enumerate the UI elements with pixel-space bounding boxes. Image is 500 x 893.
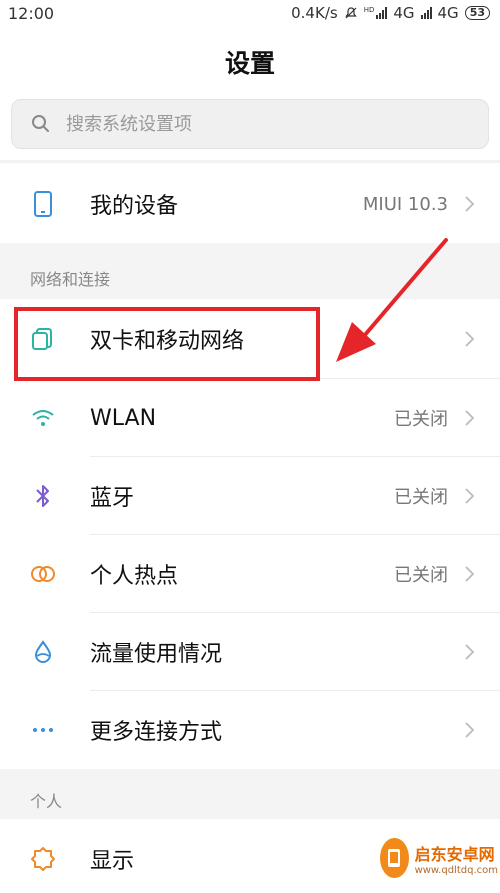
watermark-logo-icon: [380, 838, 409, 878]
watermark-name: 启东安卓网: [414, 844, 495, 864]
watermark: 启东安卓网 www.qdltdq.com: [380, 826, 498, 890]
annotation-arrow: [336, 238, 448, 362]
watermark-url: www.qdltdq.com: [414, 864, 498, 876]
